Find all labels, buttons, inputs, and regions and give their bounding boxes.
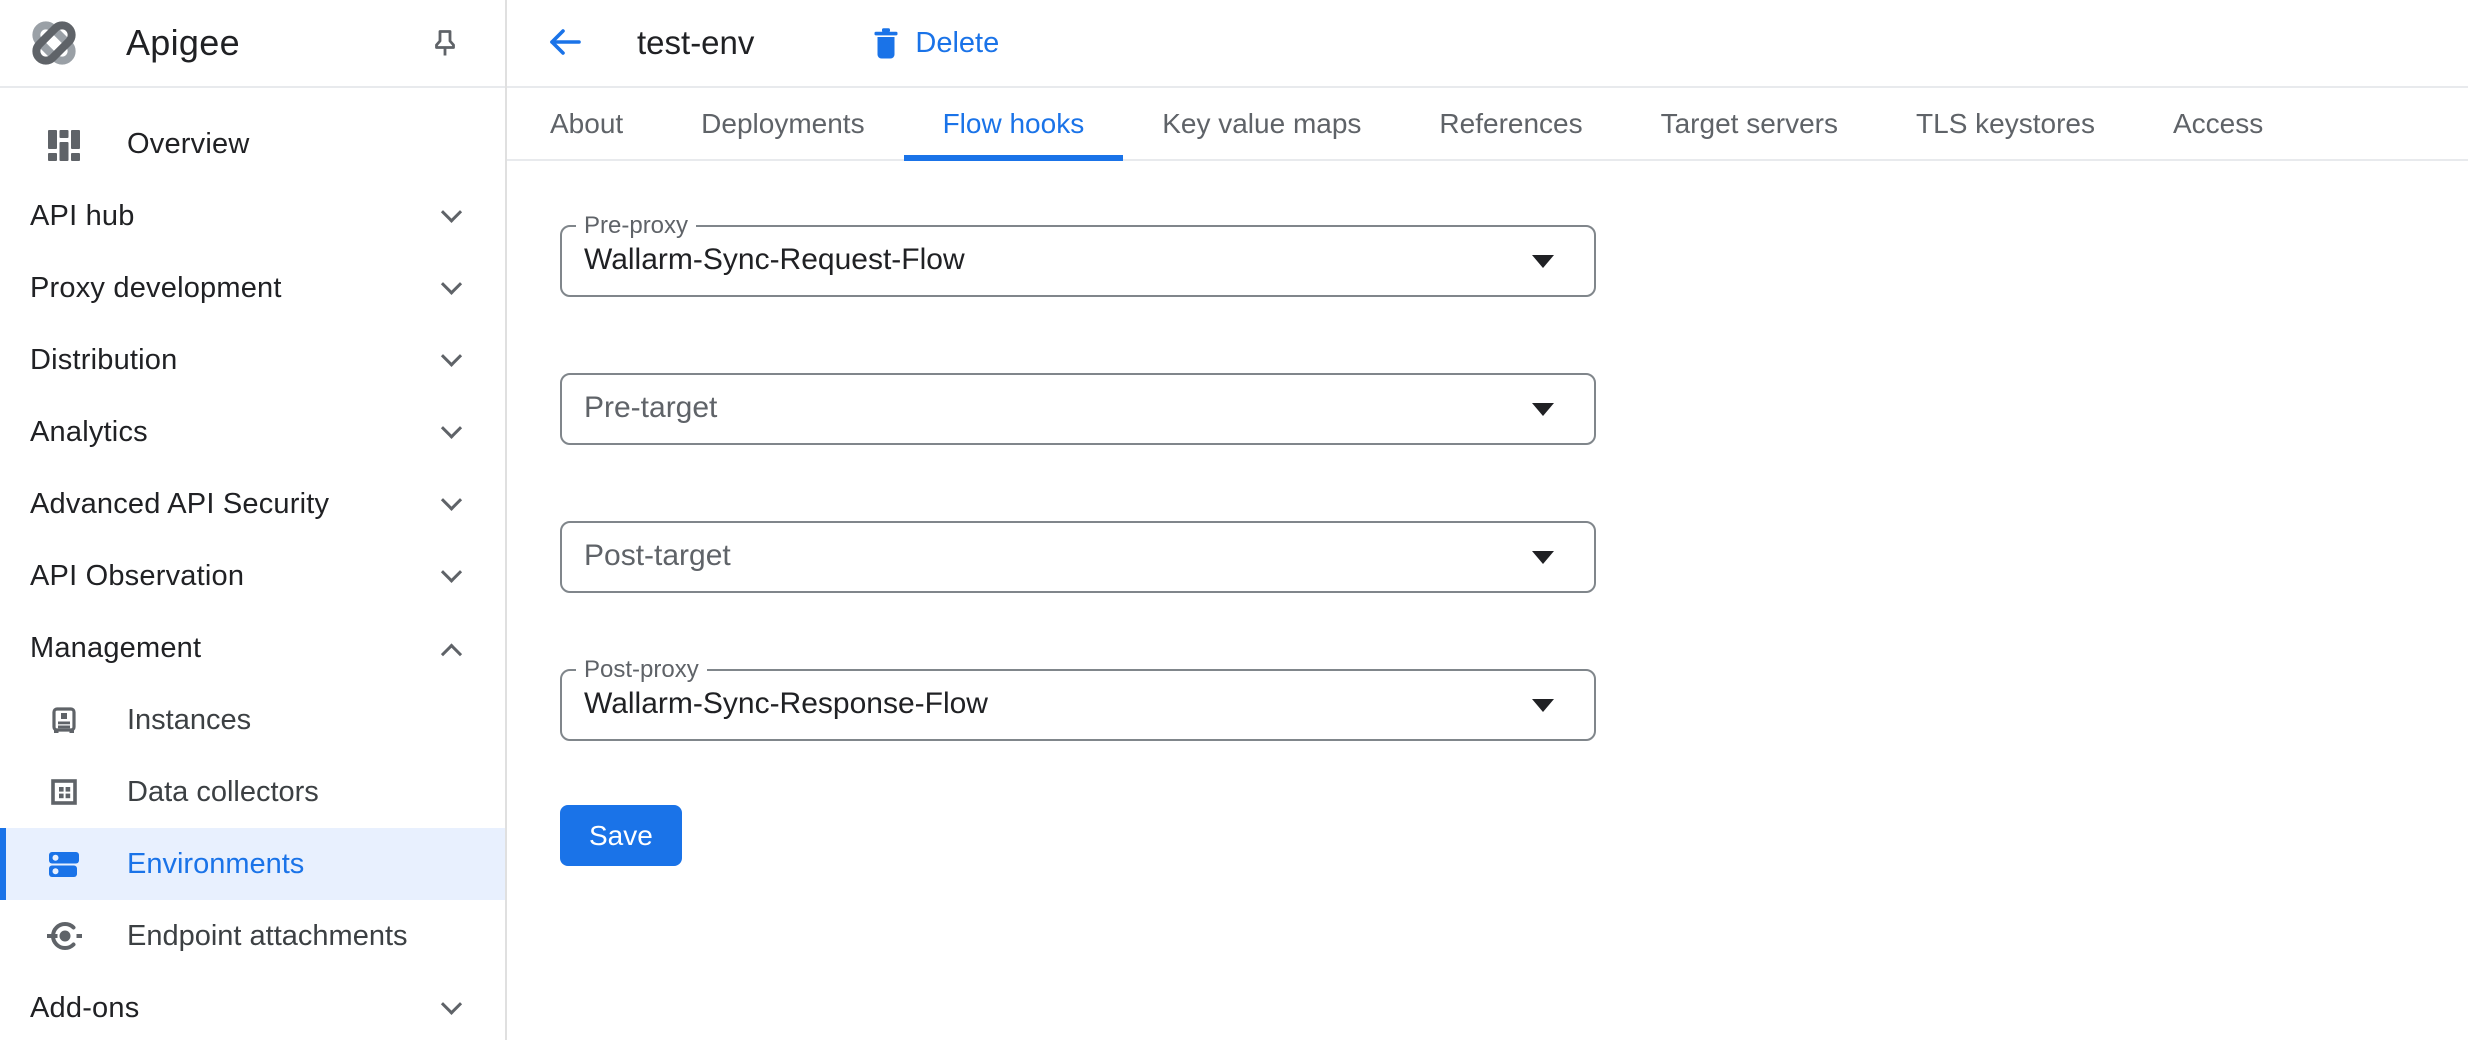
sidebar: Apigee Overview A [0,0,507,1040]
sidebar-item-label: Overview [127,128,249,161]
tab-about[interactable]: About [511,88,662,159]
save-button[interactable]: Save [560,805,682,866]
chevron-down-icon [441,993,462,1014]
pre-target-label: Pre-target [584,375,717,441]
page-title: test-env [637,24,754,62]
delete-button-label: Delete [915,27,999,60]
sidebar-item-analytics[interactable]: Analytics [0,396,505,468]
tab-access[interactable]: Access [2134,88,2302,159]
back-arrow-button[interactable] [545,22,585,65]
pre-proxy-value: Wallarm-Sync-Request-Flow [584,227,965,293]
sidebar-item-endpoint-attachments[interactable]: Endpoint attachments [0,900,505,972]
overview-dashboard-icon [45,125,83,163]
chevron-down-icon [441,273,462,294]
post-proxy-select[interactable]: Post-proxy Wallarm-Sync-Response-Flow [560,669,1596,741]
post-proxy-value: Wallarm-Sync-Response-Flow [584,671,988,737]
pin-icon[interactable] [427,25,463,61]
sidebar-item-management[interactable]: Management [0,612,505,684]
tab-target-servers[interactable]: Target servers [1622,88,1877,159]
chevron-down-icon [441,417,462,438]
tab-key-value-maps[interactable]: Key value maps [1123,88,1400,159]
endpoint-attachments-icon [45,917,83,955]
sidebar-item-label: Data collectors [127,776,319,809]
sidebar-item-label: API Observation [30,560,244,593]
delete-button[interactable]: Delete [872,27,999,60]
tab-deployments[interactable]: Deployments [662,88,903,159]
data-collectors-icon [45,774,83,810]
chevron-down-icon [441,561,462,582]
sidebar-item-overview[interactable]: Overview [0,108,505,180]
dropdown-caret-icon [1532,699,1554,712]
dropdown-caret-icon [1532,551,1554,564]
trash-icon [872,27,900,59]
sidebar-item-environments[interactable]: Environments [0,828,505,900]
sidebar-item-label: Add-ons [30,992,139,1025]
back-arrow-icon [545,22,585,65]
sidebar-item-api-hub[interactable]: API hub [0,180,505,252]
sidebar-item-label: Instances [127,704,251,737]
sidebar-header: Apigee [0,0,505,88]
sidebar-item-add-ons[interactable]: Add-ons [0,972,505,1044]
sidebar-item-label: Proxy development [30,272,282,305]
pre-proxy-select[interactable]: Pre-proxy Wallarm-Sync-Request-Flow [560,225,1596,297]
sidebar-item-proxy-development[interactable]: Proxy development [0,252,505,324]
sidebar-item-label: Environments [127,848,304,881]
tab-bar: About Deployments Flow hooks Key value m… [507,88,2468,161]
environments-icon [45,846,83,882]
app-root: Apigee Overview A [0,0,2468,1040]
chevron-down-icon [441,489,462,510]
sidebar-item-label: Distribution [30,344,177,377]
sidebar-item-api-observation[interactable]: API Observation [0,540,505,612]
sidebar-item-distribution[interactable]: Distribution [0,324,505,396]
sidebar-item-advanced-api-security[interactable]: Advanced API Security [0,468,505,540]
sidebar-item-label: Endpoint attachments [127,920,408,953]
sidebar-item-data-collectors[interactable]: Data collectors [0,756,505,828]
tab-tls-keystores[interactable]: TLS keystores [1877,88,2134,159]
page-header: test-env Delete [507,0,2468,88]
pre-target-select[interactable]: Pre-target [560,373,1596,445]
post-target-select[interactable]: Post-target [560,521,1596,593]
apigee-logo-icon [26,15,82,71]
dropdown-caret-icon [1532,255,1554,268]
sidebar-item-label: Advanced API Security [30,488,329,521]
chevron-up-icon [441,643,462,664]
main-area: test-env Delete About Deployments Flow h… [507,0,2468,1040]
sidebar-nav: Overview API hub Proxy development Distr… [0,88,505,1044]
sidebar-item-instances[interactable]: Instances [0,684,505,756]
tab-flow-hooks[interactable]: Flow hooks [904,88,1124,159]
sidebar-item-label: Management [30,632,201,665]
post-target-label: Post-target [584,523,731,589]
flow-hooks-panel: Pre-proxy Wallarm-Sync-Request-Flow Pre-… [507,161,2468,866]
chevron-down-icon [441,345,462,366]
app-name: Apigee [126,22,240,64]
sidebar-item-label: API hub [30,200,135,233]
tab-references[interactable]: References [1400,88,1621,159]
sidebar-item-label: Analytics [30,416,148,449]
chevron-down-icon [441,201,462,222]
instances-icon [45,702,83,738]
dropdown-caret-icon [1532,403,1554,416]
